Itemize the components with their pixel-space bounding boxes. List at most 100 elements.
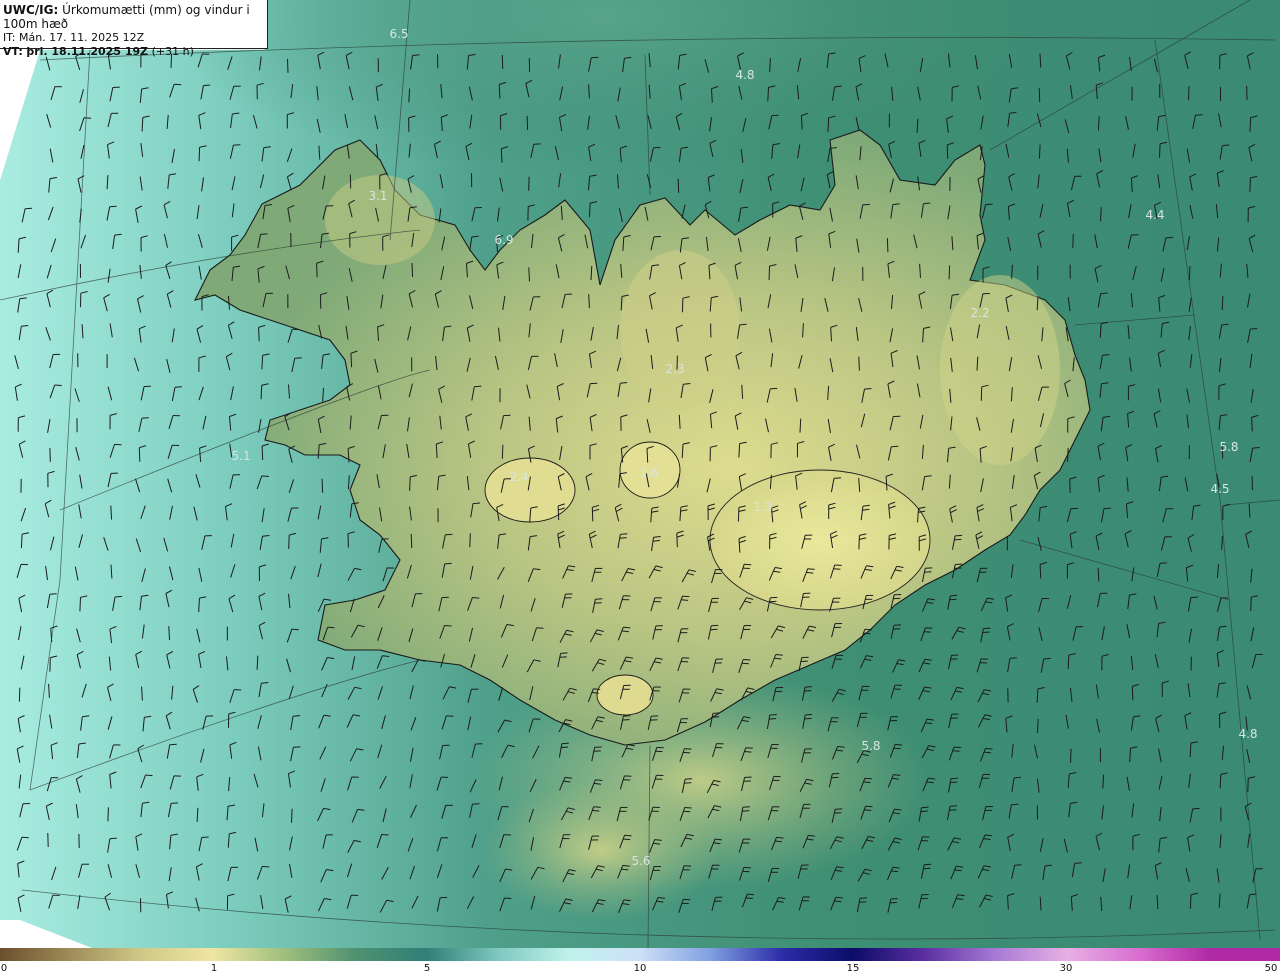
field-value-label: 4.8: [735, 68, 755, 82]
wind-barb-flag: [1009, 657, 1017, 659]
wind-barb-flag: [619, 537, 627, 539]
wind-barb-flag: [1190, 596, 1198, 599]
wind-barb-flag: [769, 718, 777, 720]
wind-barb-flag: [109, 205, 117, 208]
field-value-label: 2.2: [970, 306, 990, 320]
wind-barb: [260, 385, 263, 400]
wind-barb-flag: [1011, 803, 1019, 806]
icecap-vatnajokull: [709, 469, 931, 611]
wind-barb-flag: [1074, 862, 1082, 864]
wind-barb: [79, 597, 81, 612]
wind-barb: [409, 476, 411, 491]
wind-barb: [498, 84, 501, 99]
wind-barb-flag: [864, 809, 872, 811]
colorbar: 0 1 5 10 15 30 50: [0, 948, 1280, 978]
wind-barb-flag: [620, 533, 628, 535]
wind-barb-flag: [950, 777, 958, 780]
colorbar-tick: 50: [1264, 963, 1278, 974]
colorbar-segment: [1066, 948, 1138, 961]
wind-barb-flag: [1221, 323, 1229, 326]
wind-barb-flag: [740, 206, 748, 209]
colorbar-segment: [568, 948, 640, 961]
wind-barb: [1188, 86, 1190, 101]
valid-time: þri. 18.11.2025 19Z: [26, 45, 149, 58]
wind-barb-flag: [924, 863, 932, 866]
wind-barb-flag: [712, 716, 720, 718]
wind-barb: [107, 807, 109, 822]
wind-barb-flag: [504, 897, 512, 899]
wind-barb-flag: [261, 475, 269, 477]
wind-barb-flag: [924, 475, 932, 477]
wind-barb: [858, 356, 860, 371]
map-header: UWC/IG: Úrkomumætti (mm) og vindur i 100…: [0, 0, 268, 58]
wind-barb-flag: [1102, 354, 1110, 356]
wind-barb-flag: [864, 628, 872, 631]
wind-barb-flag: [741, 662, 749, 665]
wind-barb-flag: [260, 233, 268, 235]
field-value-label: 1.3: [753, 500, 773, 514]
wind-barb: [1189, 894, 1192, 909]
wind-barb-flag: [985, 747, 993, 750]
wind-barb-flag: [863, 781, 871, 784]
wind-barb-flag: [805, 713, 813, 716]
field-value-label: 4.4: [1145, 208, 1165, 222]
wind-barb-flag: [560, 652, 568, 654]
wind-barb-flag: [769, 714, 777, 716]
wind-barb-flag: [952, 750, 960, 752]
wind-barb-flag: [895, 743, 903, 746]
wind-barb-flag: [862, 203, 870, 206]
colorbar-segment: [711, 948, 783, 961]
wind-barb: [557, 505, 560, 521]
wind-barb: [1189, 743, 1192, 758]
wind-barb-flag: [1100, 292, 1108, 295]
colorbar-segment: [782, 948, 854, 961]
wind-barb: [1069, 478, 1071, 494]
wind-barb-flag: [982, 631, 990, 633]
wind-barb-flag: [472, 597, 480, 599]
wind-barb: [256, 655, 259, 670]
wind-barb-flag: [950, 594, 958, 597]
wind-barb-flag: [950, 805, 958, 807]
wind-barb-flag: [171, 802, 179, 804]
wind-barb: [769, 58, 771, 73]
wind-barb-flag: [683, 383, 691, 385]
wind-barb-flag: [747, 893, 755, 896]
wind-barb-flag: [806, 571, 814, 574]
wind-barb-flag: [21, 836, 29, 839]
icecap-myrdalsjokull: [596, 674, 654, 716]
wind-barb-flag: [474, 385, 482, 388]
wind-barb-flag: [742, 810, 750, 812]
wind-barb-flag: [804, 717, 812, 720]
valid-offset: (+31 h): [151, 45, 194, 58]
wind-barb-flag: [954, 538, 962, 541]
wind-barb-flag: [591, 56, 599, 59]
colorbar-segment: [497, 948, 569, 961]
wind-barb-flag: [1252, 447, 1260, 449]
wind-barb: [767, 87, 769, 102]
wind-barb: [261, 445, 264, 461]
wind-barb-flag: [1103, 507, 1112, 510]
wind-barb-flag: [381, 834, 389, 836]
colorbar-segment: [1208, 948, 1280, 961]
colorbar-strip: [0, 948, 1280, 961]
wind-barb-flag: [807, 568, 815, 570]
wind-barb-flag: [592, 809, 600, 812]
wind-barb-flag: [684, 807, 692, 809]
valid-prefix: VT:: [3, 45, 23, 58]
wind-barb-flag: [949, 809, 957, 811]
field-value-label: 3.1: [368, 189, 388, 203]
wind-barb: [1131, 686, 1134, 701]
wind-barb-flag: [651, 264, 660, 267]
wind-barb-flag: [594, 746, 602, 748]
wind-barb: [198, 598, 200, 613]
wind-barb-flag: [262, 535, 270, 537]
colorbar-segment: [355, 948, 427, 961]
wind-barb-flag: [261, 682, 269, 684]
colorbar-segment: [213, 948, 285, 961]
wind-barb: [589, 203, 591, 218]
wind-barb-flag: [49, 593, 57, 595]
wind-barb: [946, 144, 949, 159]
wind-barb: [737, 507, 740, 522]
wind-barb-flag: [444, 625, 452, 627]
wind-barb: [948, 265, 951, 280]
